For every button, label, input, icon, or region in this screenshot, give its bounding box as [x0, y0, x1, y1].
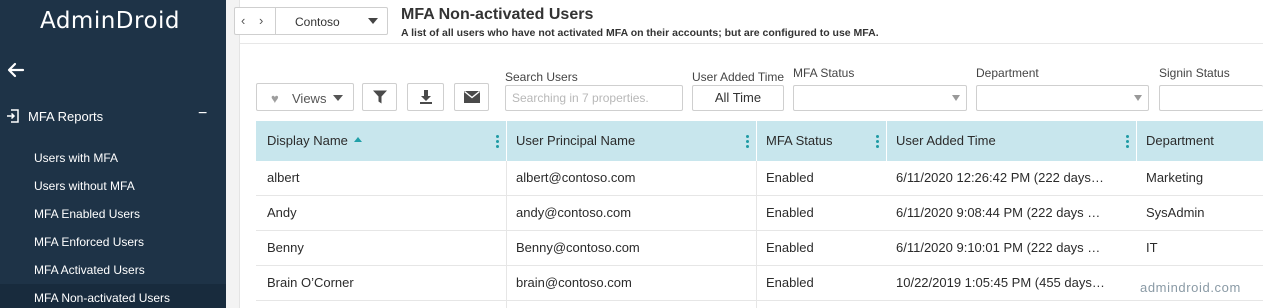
department-filter-label: Department — [976, 66, 1039, 80]
column-menu-icon[interactable] — [496, 135, 500, 149]
column-header-department[interactable]: Department — [1146, 121, 1214, 161]
tenant-dropdown[interactable]: Contoso — [295, 15, 340, 29]
user-added-time-label: User Added Time — [692, 70, 785, 84]
column-label: Display Name — [267, 133, 348, 148]
cell-upn: andy@contoso.com — [516, 205, 632, 220]
sidebar-section-label: MFA Reports — [28, 109, 104, 124]
tenant-selector: ‹ › Contoso — [234, 7, 388, 35]
watermark: admindroid.com — [1140, 280, 1241, 295]
sidebar-item-mfa-enabled-users[interactable]: MFA Enabled Users — [34, 207, 140, 221]
download-icon — [419, 90, 432, 104]
cell-mfa-status: Enabled — [766, 240, 814, 255]
sign-in-icon — [7, 109, 19, 123]
table-row[interactable]: Andy andy@contoso.com Enabled 6/11/2020 … — [256, 196, 1263, 231]
table-row[interactable] — [256, 301, 1263, 308]
column-header-display-name[interactable]: Display Name — [267, 121, 362, 161]
cell-user-added-time: 6/11/2020 9:08:44 PM (222 days … — [896, 205, 1101, 220]
users-grid: Display Name User Principal Name MFA Sta… — [256, 121, 1263, 308]
column-separator — [886, 121, 887, 161]
chevron-down-icon — [952, 95, 960, 101]
app-logo: AdminDroid — [40, 8, 181, 34]
cell-mfa-status: Enabled — [766, 170, 814, 185]
export-button[interactable] — [407, 83, 444, 111]
column-menu-icon[interactable] — [1126, 135, 1130, 149]
cell-display-name: albert — [267, 170, 300, 185]
signin-status-select[interactable] — [1159, 85, 1263, 111]
table-row[interactable]: Brain O’Corner brain@contoso.com Enabled… — [256, 266, 1263, 301]
cell-mfa-status: Enabled — [766, 275, 814, 290]
sidebar-item-users-with-mfa[interactable]: Users with MFA — [34, 151, 118, 165]
sidebar-item-mfa-enforced-users[interactable]: MFA Enforced Users — [34, 235, 144, 249]
sort-ascending-icon[interactable] — [353, 137, 362, 142]
grid-header: Display Name User Principal Name MFA Sta… — [256, 121, 1263, 161]
email-button[interactable] — [454, 83, 489, 111]
table-row[interactable]: albert albert@contoso.com Enabled 6/11/2… — [256, 161, 1263, 196]
sidebar-item-mfa-non-activated-users[interactable]: MFA Non-activated Users — [34, 291, 170, 305]
heart-icon: ♥ — [271, 91, 279, 106]
cell-display-name: Andy — [267, 205, 297, 220]
column-menu-icon[interactable] — [876, 135, 880, 149]
column-separator — [506, 161, 507, 308]
mfa-status-select[interactable] — [793, 85, 967, 111]
column-menu-icon[interactable] — [746, 135, 750, 149]
cell-department: Marketing — [1146, 170, 1204, 185]
filter-button[interactable] — [362, 83, 397, 111]
divider — [275, 8, 276, 34]
cell-user-added-time: 6/11/2020 9:10:01 PM (222 days … — [896, 240, 1101, 255]
page-title: MFA Non-activated Users — [401, 6, 594, 23]
chevron-down-icon[interactable] — [368, 18, 378, 24]
signin-status-filter-label: Signin Status — [1159, 66, 1230, 80]
mfa-status-filter-label: MFA Status — [793, 66, 855, 80]
user-added-time-button[interactable]: All Time — [692, 85, 784, 111]
column-separator — [1136, 121, 1137, 161]
cell-mfa-status: Enabled — [766, 205, 814, 220]
page-header: ‹ › Contoso MFA Non-activated Users A li… — [234, 0, 1263, 44]
back-arrow-icon[interactable] — [6, 60, 26, 80]
column-header-user-principal-name[interactable]: User Principal Name — [516, 121, 635, 161]
previous-button[interactable]: ‹ — [241, 13, 251, 28]
column-separator — [756, 161, 757, 308]
next-button[interactable]: › — [259, 13, 269, 28]
cell-department: SysAdmin — [1146, 205, 1205, 220]
sidebar-section-mfa-reports[interactable]: MFA Reports − — [0, 104, 226, 130]
cell-department: IT — [1146, 240, 1158, 255]
sidebar-item-users-without-mfa[interactable]: Users without MFA — [34, 179, 135, 193]
sidebar: AdminDroid MFA Reports − Users with MFA … — [0, 0, 226, 308]
cell-display-name: Benny — [267, 240, 304, 255]
column-header-user-added-time[interactable]: User Added Time — [896, 121, 996, 161]
cell-display-name: Brain O’Corner — [267, 275, 354, 290]
table-row[interactable]: Benny Benny@contoso.com Enabled 6/11/202… — [256, 231, 1263, 266]
search-input[interactable] — [505, 85, 683, 111]
mail-icon — [463, 91, 480, 103]
cell-upn: Benny@contoso.com — [516, 240, 640, 255]
filter-icon — [372, 90, 387, 104]
collapse-toggle[interactable]: − — [198, 105, 207, 123]
cell-user-added-time: 10/22/2019 1:05:45 PM (455 days… — [896, 275, 1105, 290]
column-header-mfa-status[interactable]: MFA Status — [766, 121, 832, 161]
views-button[interactable]: ♥ Views — [256, 83, 354, 111]
cell-upn: brain@contoso.com — [516, 275, 632, 290]
panel-strip — [226, 0, 240, 308]
sidebar-item-mfa-activated-users[interactable]: MFA Activated Users — [34, 263, 145, 277]
column-separator — [506, 121, 507, 161]
department-select[interactable] — [976, 85, 1149, 111]
views-label: Views — [292, 91, 327, 106]
column-separator — [756, 121, 757, 161]
chevron-down-icon — [333, 95, 343, 101]
cell-upn: albert@contoso.com — [516, 170, 636, 185]
search-users-label: Search Users — [505, 70, 578, 84]
chevron-down-icon — [1134, 95, 1142, 101]
cell-user-added-time: 6/11/2020 12:26:42 PM (222 days… — [896, 170, 1104, 185]
page-subtitle: A list of all users who have not activat… — [401, 27, 879, 39]
